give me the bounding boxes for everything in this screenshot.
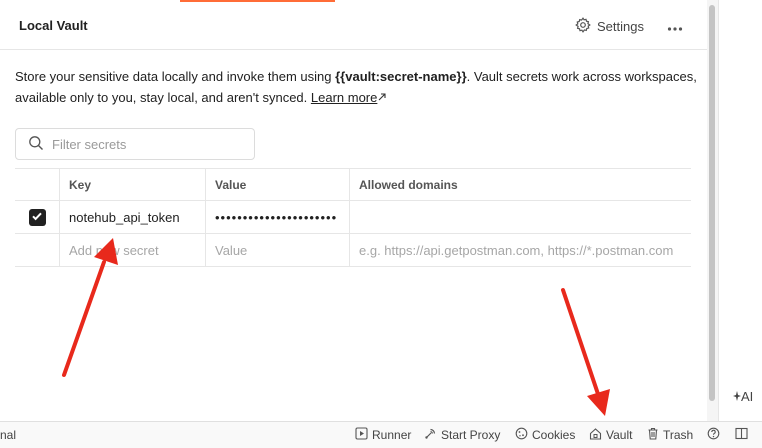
- cookies-label: Cookies: [532, 428, 576, 442]
- search-icon: [28, 135, 44, 154]
- toggle-layout-button[interactable]: [735, 427, 748, 443]
- runner-label: Runner: [372, 428, 412, 442]
- column-header-allowed-domains: Allowed domains: [349, 169, 691, 200]
- ellipsis-icon: [667, 19, 683, 34]
- vault-label: Vault: [606, 428, 633, 442]
- cookie-icon: [515, 427, 528, 443]
- help-button[interactable]: [707, 427, 720, 443]
- vault-description: Store your sensitive data locally and in…: [15, 66, 705, 108]
- vault-header: Local Vault Settings: [0, 2, 707, 50]
- row-checkbox[interactable]: [28, 208, 46, 226]
- secret-value-cell[interactable]: ••••••••••••••••••••••: [205, 201, 349, 233]
- learn-more-link[interactable]: Learn more: [311, 90, 377, 105]
- runner-button[interactable]: Runner: [355, 427, 411, 443]
- trash-button[interactable]: Trash: [647, 427, 693, 443]
- ai-assistant-button[interactable]: AI: [733, 389, 753, 404]
- add-new-secret-input[interactable]: Add new secret: [59, 234, 205, 266]
- statusbar-left-text[interactable]: nal: [0, 428, 16, 442]
- new-secret-row: Add new secret Value e.g. https://api.ge…: [15, 234, 691, 267]
- page-title: Local Vault: [19, 18, 88, 33]
- trash-icon: [647, 427, 659, 443]
- status-bar: nal Runner Start Proxy Cookies Vault Tra…: [0, 421, 762, 448]
- vault-button[interactable]: Vault: [589, 427, 632, 443]
- description-text-before: Store your sensitive data locally and in…: [15, 69, 336, 84]
- settings-button[interactable]: Settings: [575, 15, 644, 37]
- table-row: notehub_api_token ••••••••••••••••••••••: [15, 201, 691, 234]
- runner-icon: [355, 427, 368, 443]
- gear-icon: [575, 16, 591, 36]
- vault-icon: [589, 427, 602, 443]
- scrollbar-thumb[interactable]: [709, 5, 715, 401]
- new-row-select-cell: [15, 234, 59, 266]
- cookies-button[interactable]: Cookies: [515, 427, 575, 443]
- right-sidebar: [719, 0, 762, 421]
- external-link-icon: [377, 90, 387, 105]
- vault-main-pane: Local Vault Settings Store your sensitiv…: [0, 0, 707, 421]
- secrets-table: Key Value Allowed domains notehub_api_to…: [15, 168, 691, 267]
- two-pane-layout-icon: [735, 427, 748, 443]
- start-proxy-label: Start Proxy: [441, 428, 501, 442]
- allowed-domains-cell[interactable]: [349, 201, 691, 233]
- column-header-value: Value: [205, 169, 349, 200]
- row-select-cell: [15, 201, 59, 233]
- settings-label: Settings: [597, 18, 644, 34]
- header-select-cell: [15, 169, 59, 200]
- checkmark-icon: [31, 210, 43, 225]
- help-icon: [707, 427, 720, 443]
- more-options-button[interactable]: [664, 15, 686, 37]
- new-value-input[interactable]: Value: [205, 234, 349, 266]
- column-header-key: Key: [59, 169, 205, 200]
- ai-label: AI: [741, 389, 754, 404]
- sparkle-icon: [733, 389, 741, 404]
- filter-secrets-box[interactable]: [15, 128, 255, 160]
- proxy-icon: [424, 427, 437, 443]
- filter-secrets-input[interactable]: [52, 136, 242, 152]
- table-header-row: Key Value Allowed domains: [15, 168, 691, 201]
- vault-syntax: {{vault:secret-name}}: [335, 69, 467, 84]
- start-proxy-button[interactable]: Start Proxy: [424, 427, 500, 443]
- trash-label: Trash: [663, 428, 694, 442]
- new-allowed-domains-input[interactable]: e.g. https://api.getpostman.com, https:/…: [349, 234, 691, 266]
- secret-key-cell[interactable]: notehub_api_token: [59, 201, 205, 233]
